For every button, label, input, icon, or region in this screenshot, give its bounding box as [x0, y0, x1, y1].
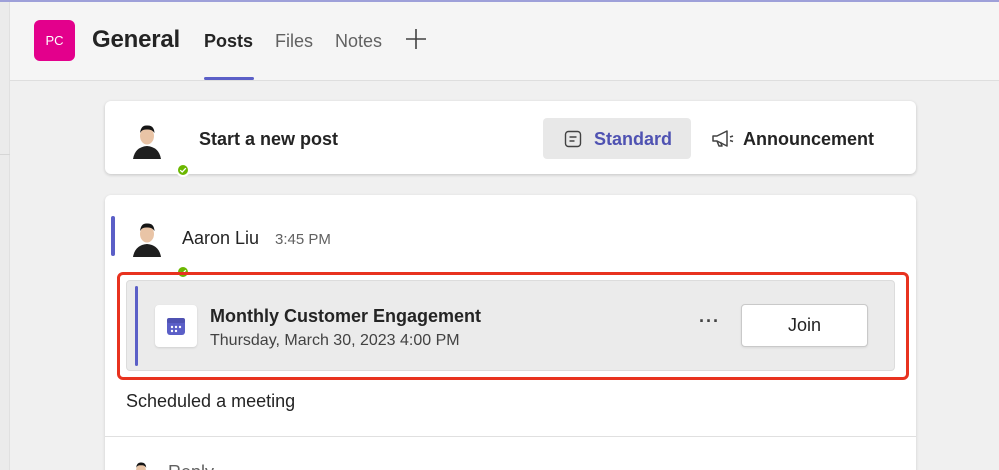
plus-icon[interactable] [404, 27, 428, 51]
standard-label: Standard [594, 129, 673, 149]
meeting-datetime: Thursday, March 30, 2023 4:00 PM [210, 332, 460, 349]
post-timestamp: 3:45 PM [275, 231, 331, 248]
reply-divider [105, 436, 916, 437]
rail-divider [0, 154, 10, 155]
user-photo-icon [127, 119, 167, 159]
meeting-title[interactable]: Monthly Customer Engagement [210, 306, 481, 327]
tab-files[interactable]: Files [275, 31, 313, 52]
reply-button[interactable]: Reply [168, 462, 214, 470]
post-body-text: Scheduled a meeting [126, 391, 296, 411]
author-avatar[interactable] [127, 217, 190, 279]
channel-header: PC General Posts Files Notes [10, 2, 999, 81]
meeting-accent-bar [135, 286, 138, 366]
user-photo-icon [127, 458, 155, 470]
meeting-card[interactable]: Monthly Customer Engagement Thursday, Ma… [126, 280, 895, 371]
channel-title: General [92, 26, 180, 53]
join-meeting-button[interactable]: Join [741, 304, 868, 347]
tab-posts[interactable]: Posts [204, 31, 253, 52]
start-new-post-prompt[interactable]: Start a new post [199, 129, 338, 150]
team-avatar[interactable]: PC [34, 20, 75, 61]
active-tab-indicator [204, 77, 254, 80]
author-name[interactable]: Aaron Liu [182, 228, 259, 249]
calendar-icon [155, 305, 197, 347]
reply-avatar [127, 458, 155, 470]
announcement-label: Announcement [743, 129, 875, 149]
presence-available-icon [176, 163, 190, 177]
standard-post-button[interactable]: Standard [543, 118, 691, 159]
new-post-composer: Start a new post Standard Announcement [105, 101, 916, 177]
avatar [127, 119, 190, 177]
left-rail [0, 2, 10, 470]
channel-post: Aaron Liu 3:45 PM Monthly Customer Engag… [105, 195, 916, 470]
user-photo-icon [127, 217, 167, 257]
unread-accent-bar [111, 216, 115, 256]
megaphone-icon [711, 129, 735, 154]
announcement-post-button[interactable]: Announcement [708, 118, 898, 159]
compose-note-icon [563, 129, 583, 154]
more-options-icon[interactable]: ··· [699, 311, 720, 332]
tab-notes[interactable]: Notes [335, 31, 382, 52]
